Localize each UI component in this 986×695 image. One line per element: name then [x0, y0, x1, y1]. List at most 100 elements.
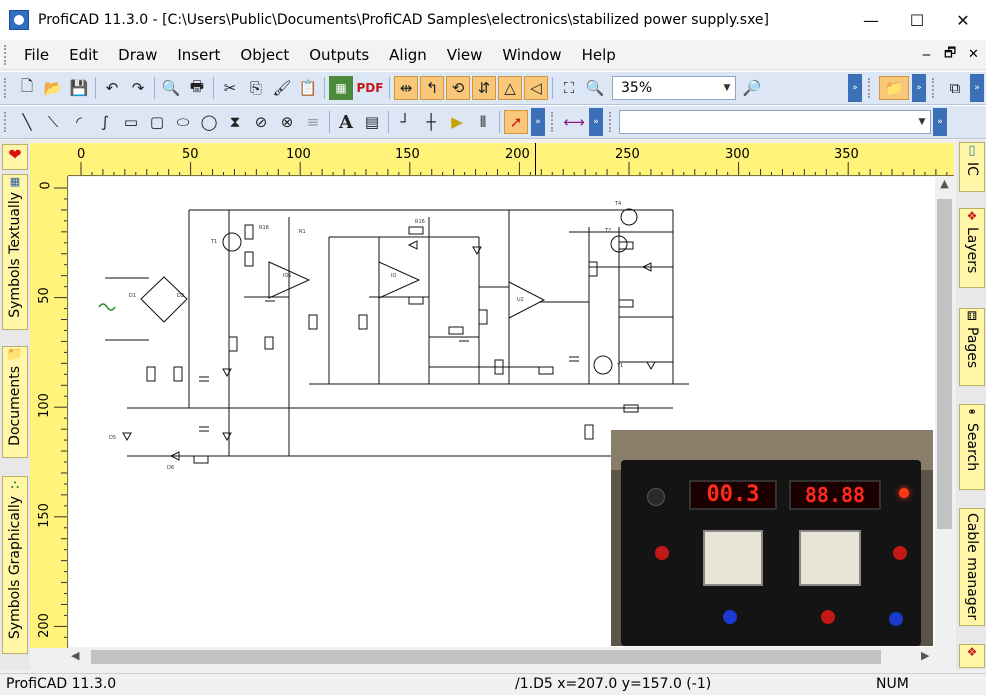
open-folder-icon[interactable]: 📂 [41, 76, 65, 100]
tab-symbols-textually[interactable]: ▦ Symbols Textually [2, 174, 28, 330]
close-button[interactable]: ✕ [940, 0, 986, 40]
menu-align[interactable]: Align [379, 40, 437, 70]
cut-icon[interactable]: ✂ [218, 76, 242, 100]
scroll-thumb[interactable] [937, 199, 952, 529]
undo-icon[interactable]: ↶ [100, 76, 124, 100]
toolbar-overflow-button[interactable]: » [531, 108, 545, 136]
ellipse-tool-icon[interactable]: ⬭ [171, 110, 195, 134]
toolbar-overflow-button[interactable]: » [933, 108, 947, 136]
zoom-select[interactable]: 35% ▼ [612, 76, 736, 100]
tab-symbols-graphically[interactable]: ⛬ Symbols Graphically [2, 476, 28, 654]
menu-window[interactable]: Window [492, 40, 571, 70]
tab-extra[interactable]: ❖ [959, 644, 985, 668]
menu-draw[interactable]: Draw [108, 40, 167, 70]
toolbar-overflow-button[interactable]: » [970, 74, 984, 102]
export-image-icon[interactable]: ▦ [329, 76, 353, 100]
toolbar-overflow-button[interactable]: » [589, 108, 603, 136]
property-combo[interactable]: ▼ [619, 110, 931, 134]
tab-pages[interactable]: ⚅ Pages [959, 308, 985, 386]
toolbar-overflow-button[interactable]: » [912, 74, 926, 102]
arc-tool-icon[interactable]: ◜ [67, 110, 91, 134]
zoom-fit-icon[interactable]: ⛶ [557, 76, 581, 100]
menu-file[interactable]: File [14, 40, 59, 70]
toolbar-grip[interactable] [609, 112, 613, 132]
rotate-right-icon[interactable]: ◁ [524, 76, 548, 100]
drawing-canvas[interactable]: D1 D2 T1 R18 IO1 IO U2 T4 T2 T1 R16 R1 D5 D6 00… [69, 177, 935, 647]
print-icon[interactable]: 🖶 [185, 76, 209, 100]
export-pdf-icon[interactable]: PDF [355, 76, 385, 100]
doc-close-button[interactable]: ✕ [968, 47, 979, 62]
scroll-right-icon[interactable]: ▶ [921, 649, 929, 662]
maximize-button[interactable]: ☐ [894, 0, 940, 40]
line-tool-icon[interactable]: ╲ [15, 110, 39, 134]
terminal-tool-icon[interactable]: ▶ [445, 110, 469, 134]
chevron-down-icon[interactable]: ▼ [914, 111, 930, 133]
flip-vertical-icon[interactable]: ⇵ [472, 76, 496, 100]
rounded-rect-tool-icon[interactable]: ▢ [145, 110, 169, 134]
toolbar-grip[interactable] [932, 78, 936, 98]
tab-documents[interactable]: 📁 Documents [2, 346, 28, 458]
bezier-tool-icon[interactable]: ∫ [93, 110, 117, 134]
horizontal-ruler[interactable]: 0 50 100 150 200 250 300 350 [68, 143, 954, 176]
wire-tool-icon[interactable]: ┘ [393, 110, 417, 134]
format-brush-icon[interactable]: 🖌 [270, 76, 294, 100]
toolbar-grip[interactable] [868, 78, 872, 98]
separator [329, 111, 330, 133]
toolbar-grip[interactable] [4, 78, 8, 98]
scroll-thumb[interactable] [91, 650, 881, 664]
menu-object[interactable]: Object [230, 40, 299, 70]
doc-restore-button[interactable]: 🗗 [944, 44, 956, 66]
cable-tool-icon[interactable]: ⦀ [471, 110, 495, 134]
text-tool-icon[interactable]: A [334, 110, 358, 134]
vertical-ruler[interactable]: 0 50 100 150 200 [30, 176, 68, 648]
power-supply-photo[interactable]: 00.3 88.88 [611, 430, 933, 646]
hatch-tool-icon[interactable]: ≡ [301, 110, 325, 134]
favorites-tab[interactable]: ❤ [2, 144, 28, 170]
tab-search[interactable]: ⚭ Search [959, 404, 985, 490]
app-icon[interactable] [9, 10, 29, 30]
vertical-scrollbar[interactable]: ▲ [935, 177, 954, 647]
doc-minimize-button[interactable]: ‒ [922, 47, 931, 63]
menu-help[interactable]: Help [572, 40, 626, 70]
toolbar-grip[interactable] [4, 112, 8, 132]
toolbar-overflow-button[interactable]: » [848, 74, 862, 102]
menu-grip[interactable] [4, 44, 8, 65]
dimension-tool-icon[interactable]: ⟷ [562, 110, 586, 134]
menu-edit[interactable]: Edit [59, 40, 108, 70]
scroll-left-icon[interactable]: ◀ [71, 649, 79, 662]
scroll-up-icon[interactable]: ▲ [935, 177, 954, 195]
circle-tool-icon[interactable]: ◯ [197, 110, 221, 134]
folder-icon[interactable]: 📁 [879, 76, 909, 100]
flip-horizontal-icon[interactable]: ⇹ [394, 76, 418, 100]
polyline-tool-icon[interactable]: ⟍ [41, 110, 65, 134]
tab-ic[interactable]: ▯ IC [959, 142, 985, 192]
select-pointer-icon[interactable]: ➚ [504, 110, 528, 134]
print-preview-icon[interactable]: 🔍 [159, 76, 183, 100]
paragraph-tool-icon[interactable]: ▤ [360, 110, 384, 134]
horizontal-scrollbar[interactable]: ◀ ▶ [69, 647, 935, 667]
toolbar-grip[interactable] [551, 112, 555, 132]
chevron-down-icon[interactable]: ▼ [719, 77, 735, 99]
menu-view[interactable]: View [437, 40, 493, 70]
junction-tool-icon[interactable]: ┼ [419, 110, 443, 134]
redo-icon[interactable]: ↷ [126, 76, 150, 100]
pie-tool-icon[interactable]: ⊘ [249, 110, 273, 134]
tab-cable-manager[interactable]: Cable manager [959, 508, 985, 626]
menu-outputs[interactable]: Outputs [299, 40, 379, 70]
menu-insert[interactable]: Insert [167, 40, 230, 70]
zoom-in-icon[interactable]: 🔍 [583, 76, 607, 100]
hourglass-tool-icon[interactable]: ⧗ [223, 110, 247, 134]
eraser-tool-icon[interactable]: ⊗ [275, 110, 299, 134]
save-icon[interactable]: 💾 [67, 76, 91, 100]
zoom-out-icon[interactable]: 🔎 [740, 76, 764, 100]
new-file-icon[interactable]: 🗋 [15, 76, 39, 100]
mirror-icon[interactable]: △ [498, 76, 522, 100]
paste-icon[interactable]: 📋 [296, 76, 320, 100]
crop-icon[interactable]: ⧉ [943, 76, 967, 100]
copy-icon[interactable]: ⎘ [244, 76, 268, 100]
rectangle-tool-icon[interactable]: ▭ [119, 110, 143, 134]
rotate-left-icon[interactable]: ⟲ [446, 76, 470, 100]
tab-layers[interactable]: ❖ Layers [959, 208, 985, 288]
minimize-button[interactable]: — [848, 0, 894, 40]
flip-left-icon[interactable]: ↰ [420, 76, 444, 100]
